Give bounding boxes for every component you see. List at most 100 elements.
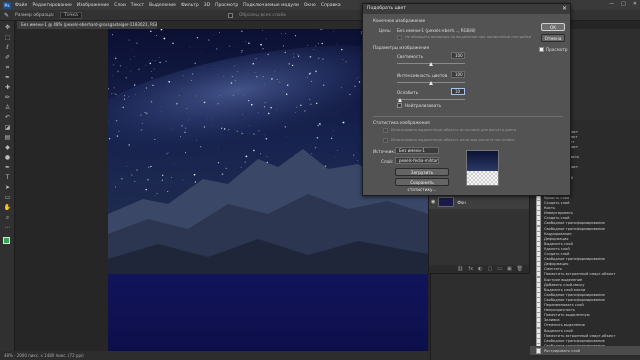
sample-all-layers-checkbox[interactable]	[227, 12, 233, 18]
trash-icon[interactable]: 🗑	[517, 266, 523, 272]
load-statistics-button[interactable]: Загрузить статистику...	[395, 168, 449, 182]
shape-icon[interactable]: ▭	[3, 194, 12, 202]
ignore-selection-label: Не обращать внимания на выделение при пр…	[405, 35, 532, 39]
luminance-input[interactable]: 100	[451, 52, 465, 59]
eraser-icon[interactable]: ◪	[3, 124, 12, 132]
eyedropper-icon[interactable]: ✒	[3, 74, 12, 82]
menu-filter[interactable]: Фильтр	[181, 3, 199, 8]
layer-thumbnail	[438, 197, 455, 207]
history-item[interactable]: Растрировать слой	[530, 346, 640, 356]
menu-file[interactable]: Файл	[15, 3, 27, 8]
luminance-slider-knob[interactable]	[428, 62, 433, 66]
document-tab[interactable]: Без имени-1 @ 48% (pexels-eberhard-gross…	[17, 21, 157, 29]
layers-footer: ⛓ fx ◐ ▢ ▭ ▣ 🗑	[429, 265, 529, 273]
use-target-selection-label: Использовать выделенную область цели для…	[391, 138, 515, 142]
eyedropper-tool-icon[interactable]: ✎	[4, 12, 9, 19]
hand-icon[interactable]: ✋	[3, 204, 12, 212]
link-icon[interactable]: ⛓	[457, 266, 463, 272]
intensity-label: Интенсивность цветов	[397, 73, 448, 78]
use-source-selection-checkbox[interactable]	[383, 128, 388, 133]
status-bar: 48% · 2000 пикс. x 1480 пикс. (72 ppi)	[0, 351, 430, 360]
adjustment-icon[interactable]: ◐	[478, 266, 482, 272]
neutralize-checkbox[interactable]	[397, 103, 402, 108]
quick-select-icon[interactable]: ✐	[3, 54, 12, 62]
pen-icon[interactable]: ✒	[3, 164, 12, 172]
new-layer-icon[interactable]: ▣	[507, 266, 512, 272]
fade-slider-knob[interactable]	[397, 98, 402, 102]
type-icon[interactable]: T	[3, 174, 12, 182]
crop-icon[interactable]: ⌗	[3, 64, 12, 72]
preview-checkbox[interactable]	[539, 47, 544, 52]
save-statistics-button[interactable]: Сохранить статистику...	[395, 178, 449, 192]
zoom-icon[interactable]: ⌕	[3, 214, 12, 222]
match-color-dialog: Подобрать цвет ✕ Конечное изображение Це…	[362, 3, 571, 196]
minimize-icon[interactable]: —	[609, 1, 614, 7]
dialog-title: Подобрать цвет	[363, 4, 570, 14]
menu-plugins[interactable]: Подключаемые модули	[243, 3, 299, 8]
neutralize-label: Нейтрализовать	[405, 103, 442, 108]
close-icon[interactable]: ✕	[562, 4, 567, 14]
menu-type[interactable]: Текст	[131, 3, 144, 8]
stats-section-heading: Статистика изображения	[373, 120, 430, 125]
luminance-label: Светимость	[397, 54, 424, 59]
move-icon[interactable]: ✥	[3, 24, 12, 32]
history-item-label: Растрировать слой	[544, 348, 581, 353]
gradient-icon[interactable]: ▤	[3, 134, 12, 142]
menu-window[interactable]: Окно	[304, 3, 316, 8]
menu-image[interactable]: Изображение	[77, 3, 109, 8]
close-icon[interactable]: ✕	[633, 1, 637, 7]
dodge-icon[interactable]: ●	[3, 154, 12, 162]
foreground-color-swatch[interactable]	[3, 237, 10, 244]
menu-edit[interactable]: Редактирование	[32, 3, 71, 8]
target-section-heading: Конечное изображение	[373, 18, 426, 23]
mask-icon[interactable]: ▢	[487, 266, 492, 272]
use-source-selection-label: Использовать выделенную область источник…	[391, 128, 517, 132]
brush-icon[interactable]: ✏	[3, 94, 12, 102]
blur-icon[interactable]: ◆	[3, 144, 12, 152]
layer-label: Слой:	[381, 159, 394, 164]
intensity-slider-knob[interactable]	[428, 81, 433, 85]
photoshop-logo-icon: Ps	[3, 1, 11, 9]
layer-row[interactable]: ◉ Фон	[429, 195, 529, 209]
menu-select[interactable]: Выделение	[149, 3, 176, 8]
layers-panel: ◉ Фон ⛓ fx ◐ ▢ ▭ ▣ 🗑	[428, 189, 530, 274]
menu-view[interactable]: Просмотр	[215, 3, 238, 8]
ignore-selection-checkbox[interactable]	[397, 35, 402, 40]
marquee-icon[interactable]: ⬚	[3, 34, 12, 42]
maximize-icon[interactable]: □	[621, 1, 626, 7]
source-select[interactable]: Без имени-1	[395, 147, 439, 154]
stamp-icon[interactable]: ♙	[3, 104, 12, 112]
history-brush-icon[interactable]: ↶	[3, 114, 12, 122]
blue-fill-layer	[108, 274, 428, 352]
preview-label: Просмотр	[546, 47, 568, 52]
divider	[373, 116, 563, 117]
target-label: Цель:	[379, 28, 392, 33]
source-preview-thumbnail	[466, 150, 499, 186]
fade-input[interactable]: 10	[451, 88, 465, 95]
window-controls: — □ ✕	[609, 1, 637, 7]
path-select-icon[interactable]: ➤	[3, 184, 12, 192]
target-value: Без имени-1 (pexels-eberh..., RGB/8)	[397, 28, 476, 33]
source-label: Источник:	[373, 149, 396, 154]
more-icon[interactable]: ⋯	[3, 224, 12, 232]
sample-size-select[interactable]: Точка	[60, 11, 82, 19]
fade-label: Ослабить	[397, 90, 419, 95]
lasso-icon[interactable]: ℓ	[3, 44, 12, 52]
intensity-input[interactable]: 100	[451, 71, 465, 78]
group-icon[interactable]: ▭	[497, 266, 502, 272]
menu-help[interactable]: Справка	[321, 3, 341, 8]
healing-icon[interactable]: ✚	[3, 84, 12, 92]
layer-name: Фон	[457, 199, 466, 205]
options-section-heading: Параметры изображения	[373, 45, 430, 50]
use-target-selection-checkbox[interactable]	[383, 138, 388, 143]
eye-icon[interactable]: ◉	[431, 199, 435, 205]
layer-select[interactable]: pexels-fedia-mihtam...	[395, 157, 439, 164]
fx-icon[interactable]: fx	[468, 266, 473, 272]
sample-all-layers-label: Образец всех слоёв	[238, 12, 286, 18]
toolbar: ✥ ⬚ ℓ ✐ ⌗ ✒ ✚ ✏ ♙ ↶ ◪ ▤ ◆ ● ✒ T ➤ ▭ ✋ ⌕ …	[0, 21, 15, 351]
cancel-button[interactable]: Отмена	[541, 34, 565, 42]
ok-button[interactable]: OK	[541, 23, 565, 31]
fade-slider[interactable]	[397, 99, 465, 100]
menu-3d[interactable]: 3D	[204, 3, 210, 8]
menu-layers[interactable]: Слои	[114, 3, 126, 8]
